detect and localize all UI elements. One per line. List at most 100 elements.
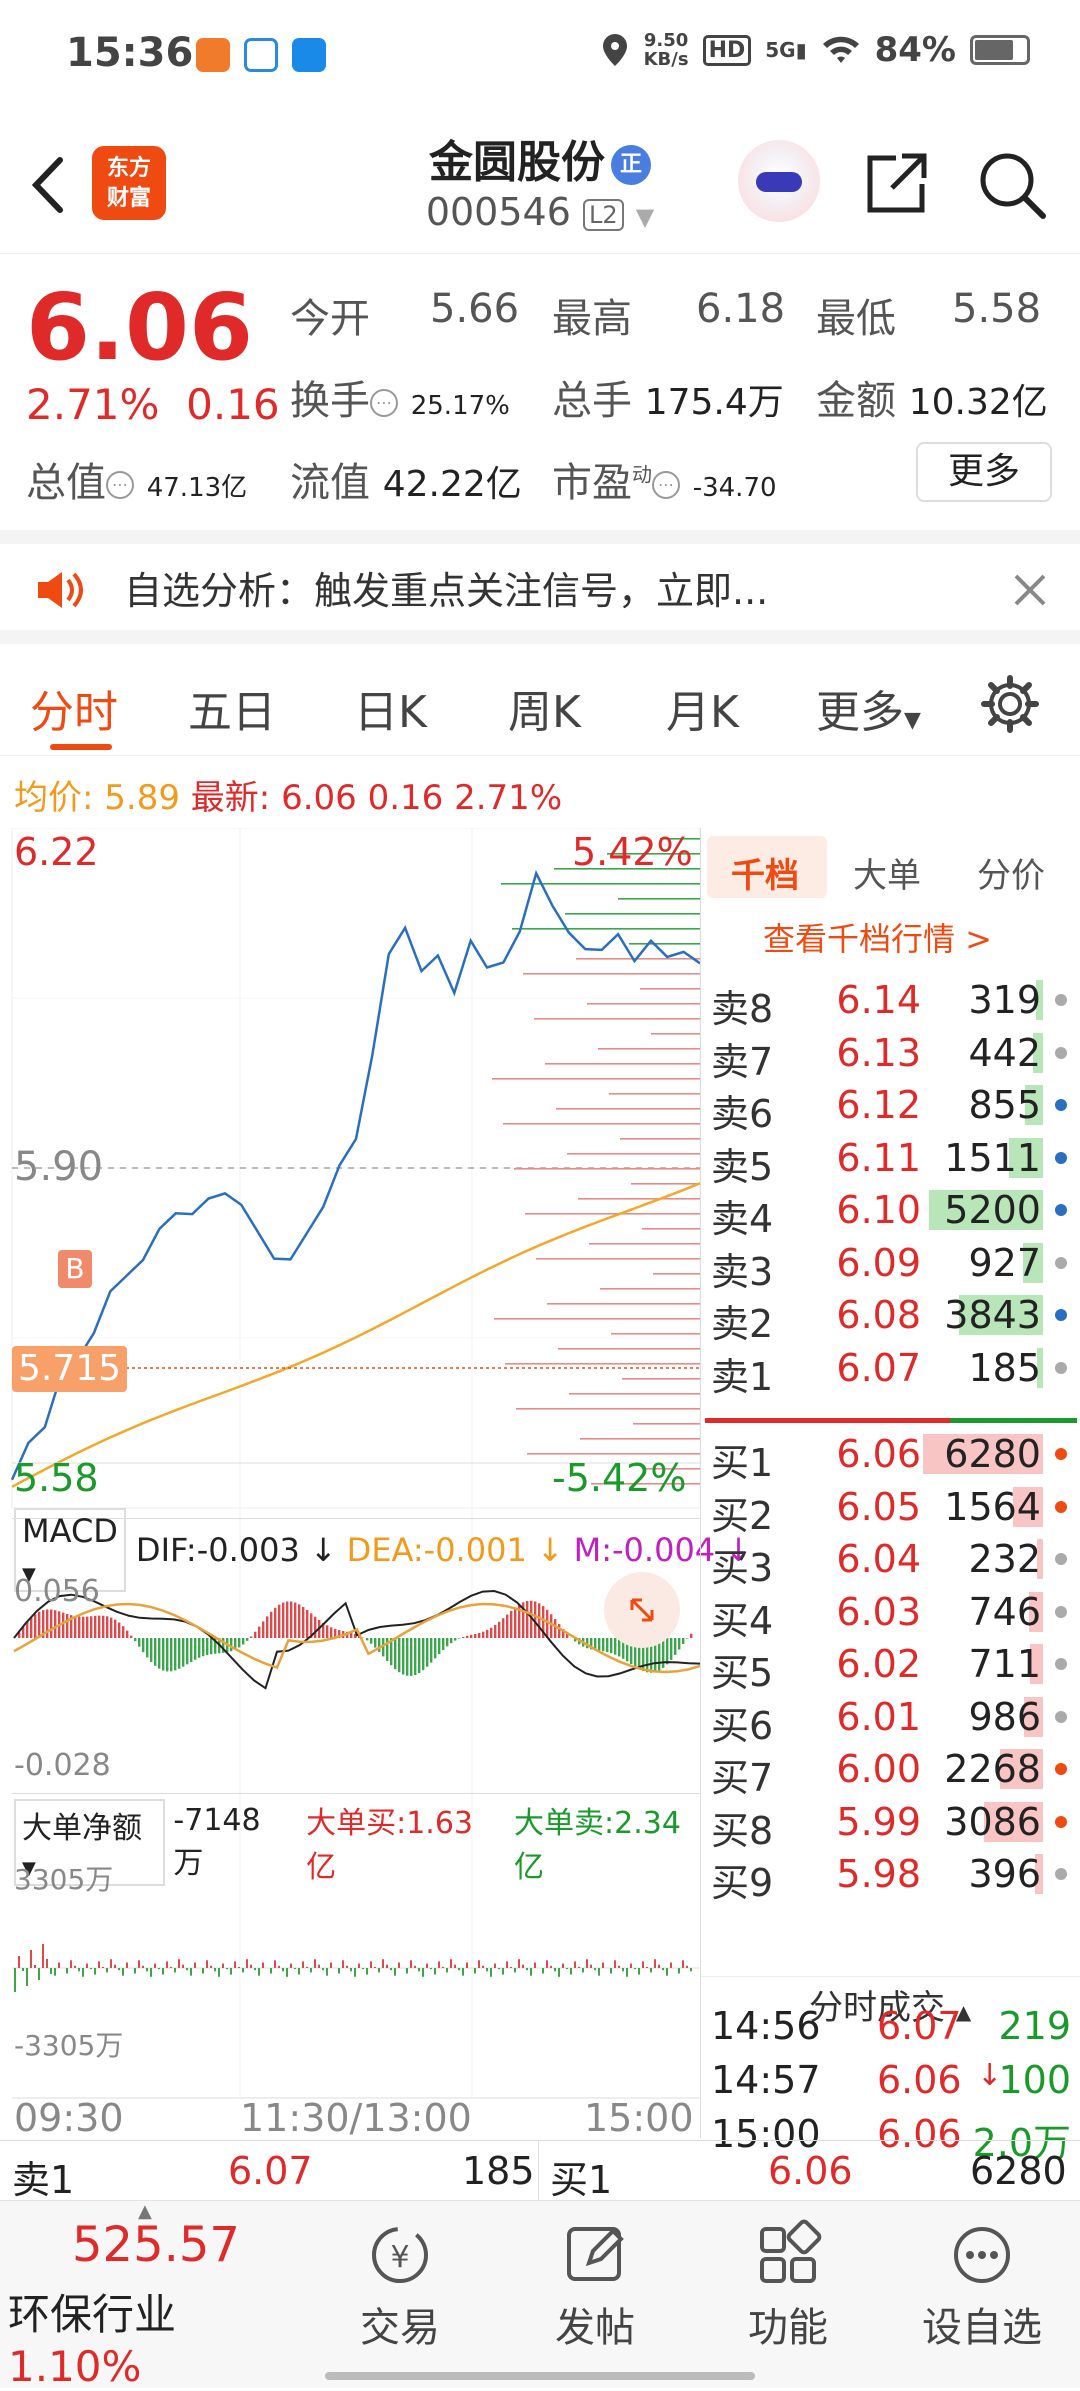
ai-assistant-avatar[interactable] <box>738 140 820 222</box>
industry-index[interactable]: ▲ 525.57 环保行业 1.10% <box>0 2201 300 2389</box>
ask-row[interactable]: 卖16.07185 <box>711 1342 1071 1394</box>
flow-bar <box>190 1968 192 1976</box>
macd-bar <box>314 1617 316 1638</box>
notice-text: 自选分析：触发重点关注信号，立即... <box>124 560 768 615</box>
high-field: 最高 <box>552 286 632 344</box>
notice-banner[interactable]: 自选分析：触发重点关注信号，立即... <box>0 530 1080 644</box>
nav-trade[interactable]: ¥ 交易 <box>330 2219 470 2353</box>
bid-row[interactable]: 买46.03746 <box>711 1586 1071 1638</box>
flow-bar <box>438 1961 440 1968</box>
ask-row[interactable]: 卖66.12855 <box>711 1079 1071 1131</box>
buy1-price: 6.06 <box>768 2149 853 2193</box>
flow-bar <box>530 1968 532 1976</box>
level-qty: 711 <box>968 1642 1041 1686</box>
flow-bar <box>74 1966 76 1968</box>
level-dot <box>1055 994 1067 1006</box>
flow-bar <box>50 1968 52 1974</box>
macd-bar <box>466 1636 468 1638</box>
bid-row[interactable]: 买36.04232 <box>711 1533 1071 1585</box>
more-quote-button[interactable]: 更多 <box>916 442 1052 502</box>
flow-bar <box>146 1968 148 1971</box>
nav-functions[interactable]: 功能 <box>718 2219 858 2353</box>
bid-row[interactable]: 买56.02711 <box>711 1638 1071 1690</box>
flow-bar <box>474 1968 476 1974</box>
pe-field[interactable]: 市盈动⋯ -34.70 <box>552 450 777 508</box>
flow-bar <box>278 1966 280 1968</box>
flow-bar <box>382 1959 384 1968</box>
bid-row[interactable]: 买85.993086 <box>711 1796 1071 1848</box>
flow-bar <box>462 1968 464 1976</box>
flow-bar <box>666 1968 668 1976</box>
flow-bar <box>458 1968 460 1970</box>
tab-five-day[interactable]: 五日 <box>188 676 276 740</box>
bid-row[interactable]: 买95.98396 <box>711 1848 1071 1900</box>
bid-row[interactable]: 买16.066280 <box>711 1428 1071 1480</box>
bid-row[interactable]: 买66.01986 <box>711 1691 1071 1743</box>
home-indicator[interactable] <box>325 2372 755 2380</box>
bid-ask-ratio-bar <box>705 1418 1077 1423</box>
ask-row[interactable]: 卖46.105200 <box>711 1184 1071 1236</box>
view-depth-link[interactable]: 查看千档行情 > <box>763 914 992 960</box>
share-icon[interactable] <box>862 148 932 218</box>
depth-bar <box>653 1273 700 1275</box>
ask-row[interactable]: 卖86.14319 <box>711 974 1071 1026</box>
expand-icon <box>604 1572 680 1648</box>
depth-bar <box>556 1108 700 1110</box>
macd-bar <box>554 1619 556 1638</box>
flow-bar <box>162 1968 164 1975</box>
fullscreen-button[interactable] <box>604 1572 680 1648</box>
macd-bar <box>414 1638 416 1675</box>
close-icon[interactable] <box>1012 572 1048 608</box>
tab-monthly-k[interactable]: 月K <box>666 676 739 740</box>
trade-time: 14:57 <box>711 2058 821 2102</box>
macd-bar <box>438 1638 440 1654</box>
search-icon[interactable] <box>975 148 1047 220</box>
flow-bar <box>634 1968 636 1969</box>
tab-depth[interactable]: 千档 <box>731 848 799 897</box>
macd-bar <box>282 1603 284 1638</box>
status-bar: 15:36 9.50KB/s HD 5G▮ 84% <box>0 0 1080 118</box>
ask-row[interactable]: 卖26.083843 <box>711 1289 1071 1341</box>
depth-bar <box>514 1168 700 1170</box>
flow-bar <box>78 1968 80 1971</box>
macd-bar <box>686 1638 688 1639</box>
flow-bar <box>374 1967 376 1968</box>
intraday-chart[interactable]: 6.22 5.42% 5.90 5.58 -5.42% B 5.715 MACD… <box>0 828 700 2138</box>
macd-bar <box>546 1610 548 1638</box>
ask-row[interactable]: 卖76.13442 <box>711 1027 1071 1079</box>
level-label: 买7 <box>711 1747 773 1802</box>
bid-row[interactable]: 买76.002268 <box>711 1743 1071 1795</box>
flow-bar <box>534 1963 536 1969</box>
industry-name: 环保行业 1.10% <box>8 2281 300 2391</box>
buy-signal-marker[interactable]: B <box>58 1250 92 1288</box>
tab-weekly-k[interactable]: 周K <box>508 676 581 740</box>
depth-bar <box>598 1048 700 1050</box>
flow-bar <box>370 1961 372 1968</box>
flow-bar <box>566 1968 568 1969</box>
battery-icon <box>970 35 1030 65</box>
flow-bar <box>494 1964 496 1968</box>
flow-bar <box>590 1965 592 1968</box>
tab-daily-k[interactable]: 日K <box>354 676 427 740</box>
turnover-field[interactable]: 换手⋯ 25.17% <box>290 368 510 426</box>
hd-icon: HD <box>703 35 752 66</box>
depth-bar <box>633 1423 700 1425</box>
tab-intraday[interactable]: 分时 <box>30 676 118 740</box>
tab-price-dist[interactable]: 分价 <box>977 848 1045 897</box>
macd-bar <box>286 1601 288 1638</box>
macd-bar <box>94 1616 96 1638</box>
nav-post[interactable]: 发帖 <box>525 2219 665 2353</box>
tab-more[interactable]: 更多▼ <box>816 676 921 740</box>
settings-gear-icon[interactable] <box>980 674 1040 734</box>
ask-row[interactable]: 卖36.09927 <box>711 1237 1071 1289</box>
price-change: 2.71% 0.16 <box>26 380 280 429</box>
nav-add-watchlist[interactable]: 设自选 <box>912 2219 1052 2353</box>
mktcap-field[interactable]: 总值⋯ 47.13亿 <box>26 450 247 508</box>
flow-bar <box>14 1968 16 1992</box>
depth-bar <box>640 988 700 990</box>
tab-big-orders[interactable]: 大单 <box>853 848 921 897</box>
bid-row[interactable]: 买26.051564 <box>711 1481 1071 1533</box>
flow-bar <box>234 1961 236 1968</box>
trade-price: 6.06 <box>877 2058 962 2102</box>
ask-row[interactable]: 卖56.111511 <box>711 1132 1071 1184</box>
